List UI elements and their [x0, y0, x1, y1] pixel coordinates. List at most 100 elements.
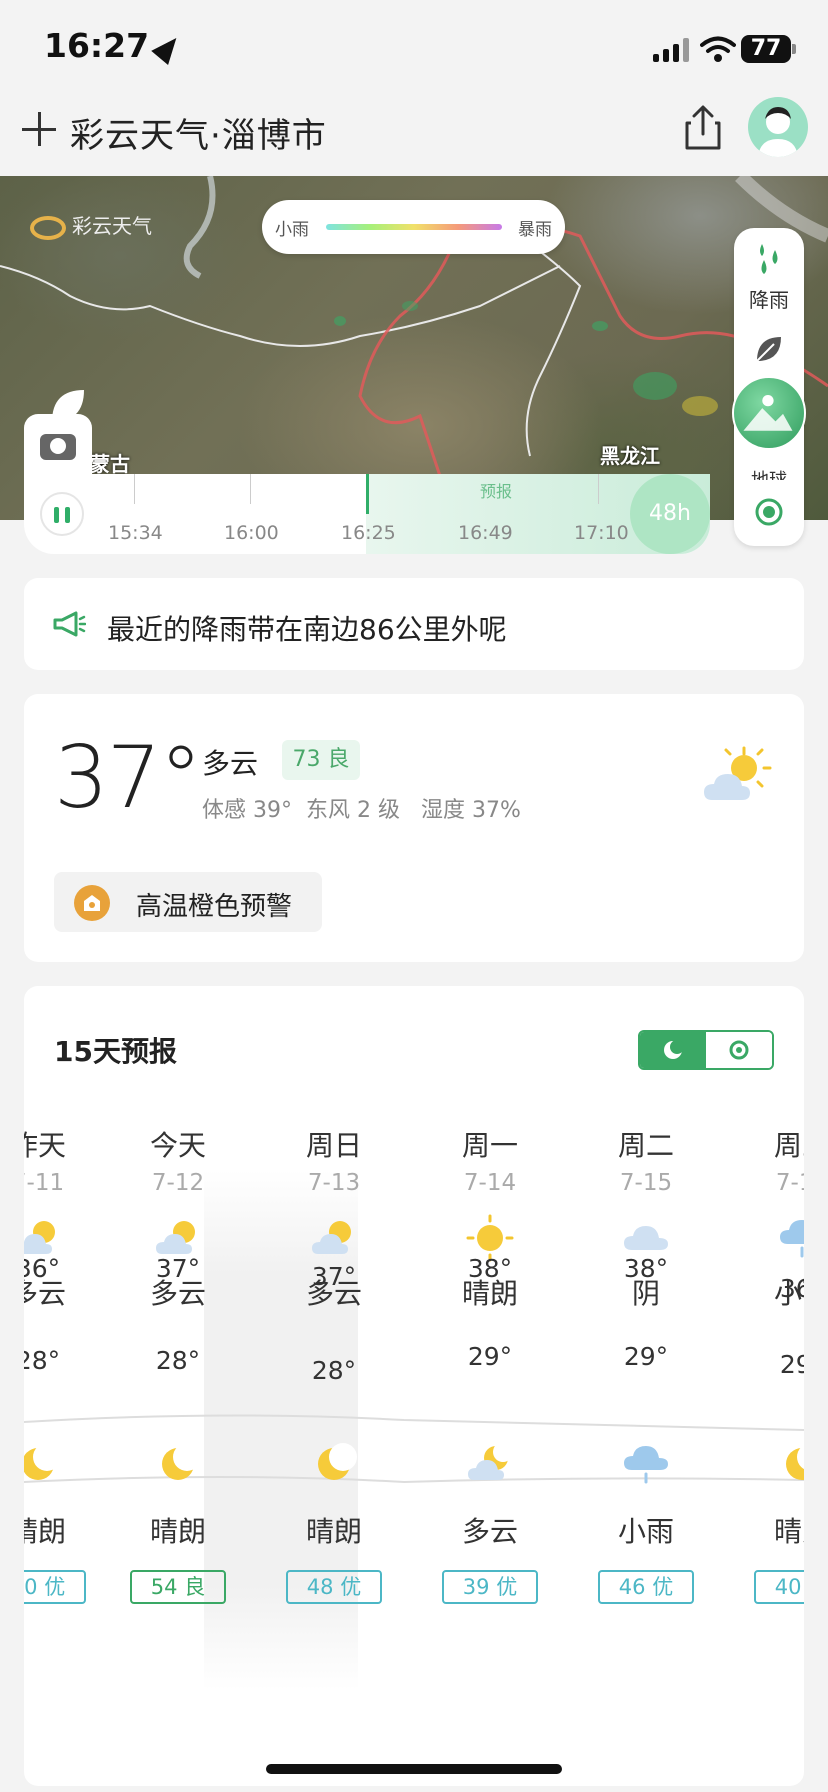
forecast-title: 15天预报 [54, 1035, 177, 1068]
view-toggle[interactable] [638, 1030, 774, 1070]
forecast-aqi-badge[interactable]: 40 优 [754, 1570, 804, 1604]
page-title: 彩云天气·淄博市 [70, 116, 327, 156]
mountain-icon [743, 394, 793, 431]
timeline-tick [250, 474, 251, 504]
alert-text: 高温橙色预警 [136, 892, 293, 922]
current-aqi-badge[interactable]: 73 良 [282, 740, 360, 780]
partly-cloudy-day-icon [256, 1214, 412, 1266]
timeline-tick [134, 474, 135, 504]
forecast-day-label: 今天 [149, 1129, 206, 1162]
forecast-high-temp: 37° [155, 1254, 201, 1283]
warning-icon [74, 885, 110, 921]
moon-icon [256, 1440, 412, 1492]
wifi-icon [700, 36, 736, 62]
forecast-night-condition: 小雨 [617, 1515, 674, 1548]
forecast-high-temp: 38° [467, 1254, 513, 1283]
raindrop-icon[interactable] [754, 242, 784, 278]
forecast-aqi-badge[interactable]: 50 优 [24, 1570, 86, 1604]
timeline-time: 16:25 [341, 522, 396, 544]
forecast-night-condition: 晴朗 [149, 1515, 206, 1548]
partly-cloudy-night-icon [412, 1440, 568, 1492]
legend-gradient [326, 224, 502, 230]
satellite-layer-button[interactable] [732, 376, 806, 450]
timeline-current-marker[interactable] [366, 474, 369, 514]
timeline-time: 17:10 [574, 522, 629, 544]
forecast-day-label: 周日 [305, 1129, 362, 1162]
forecast-day-column[interactable]: 周一 7-14 晴朗 38° 29° 多云 39 优 [412, 1124, 568, 1624]
add-location-button[interactable] [22, 112, 56, 146]
layer-partial-label[interactable]: 地球 [734, 466, 804, 480]
moon-icon [724, 1440, 804, 1492]
forecast-low-temp: 28° [311, 1356, 357, 1385]
partly-cloudy-day-icon [704, 746, 772, 800]
megaphone-icon [53, 611, 86, 637]
locate-icon[interactable] [755, 498, 783, 526]
wind: 东风 2 级 [306, 798, 400, 823]
forecast-day-column[interactable]: 周日 7-13 多云 37° 28° 晴朗 48 优 [256, 1124, 412, 1624]
range-48h-button[interactable]: 48h [630, 474, 710, 554]
forecast-aqi-badge[interactable]: 54 良 [130, 1570, 226, 1604]
timeline-tick [598, 474, 599, 504]
legend-low-label: 小雨 [275, 220, 309, 240]
status-time: 16:27 [44, 26, 185, 65]
forecast-day-column[interactable]: 周三7-16小雨36°29°晴朗40 优 [724, 1124, 804, 1624]
layer-rain-label[interactable]: 降雨 [734, 284, 804, 313]
timeline-time: 16:49 [458, 522, 513, 544]
heat-alert-chip[interactable]: 高温橙色预警 [54, 872, 322, 932]
forecast-low-temp: 29° [623, 1342, 669, 1371]
leaf-layer-icon[interactable] [754, 334, 784, 364]
radar-timeline[interactable]: 预报 15:34 16:00 16:25 16:49 17:10 [24, 474, 710, 554]
rain-icon [568, 1440, 724, 1492]
pause-button[interactable] [40, 492, 84, 536]
forecast-night-condition: 多云 [461, 1515, 518, 1548]
current-details: 体感 39° 东风 2 级 湿度 37% [202, 792, 521, 824]
forecast-night-condition: 晴朗 [773, 1515, 804, 1548]
forecast-aqi-badge[interactable]: 48 优 [286, 1570, 382, 1604]
day-view-toggle[interactable] [706, 1032, 772, 1068]
moon-sun-icon [664, 1040, 684, 1059]
forecast-night-condition: 晴朗 [305, 1515, 362, 1548]
forecast-low-temp: 29° [779, 1350, 804, 1379]
timeline-time: 16:00 [224, 522, 279, 544]
forecast-date: 7-13 [307, 1170, 361, 1196]
current-condition: 多云 [202, 747, 259, 780]
forecast-high-temp: 36° [779, 1274, 804, 1303]
avatar-face-icon [758, 107, 798, 157]
current-temperature: 37° [54, 728, 202, 828]
share-icon[interactable] [683, 104, 723, 150]
leaf-icon [52, 390, 84, 422]
legend-high-label: 暴雨 [518, 220, 552, 240]
avatar[interactable] [748, 97, 808, 157]
forecast-aqi-badge[interactable]: 39 优 [442, 1570, 538, 1604]
map-logo: 彩云天气 [30, 210, 152, 240]
forecast-date: 7-12 [151, 1170, 205, 1196]
timeline-time: 15:34 [108, 522, 163, 544]
map-label-mongolia: 蒙古 [90, 452, 130, 476]
moon-icon [100, 1440, 256, 1492]
forecast-day-column[interactable]: 今天 7-12 多云 37° 28° 晴朗 54 良 [100, 1124, 256, 1624]
battery-indicator: 77 [741, 35, 791, 63]
location-arrow-icon [151, 30, 185, 65]
humidity: 湿度 37% [420, 798, 521, 823]
forecast-high-temp: 37° [311, 1262, 357, 1291]
forecast-scroller[interactable]: 昨天7-11多云36°28°晴朗50 优今天7-12多云37°28°晴朗54 良… [24, 1110, 804, 1770]
rain-notice-text: 最近的降雨带在南边86公里外呢 [107, 613, 507, 646]
cellular-signal-icon [653, 38, 691, 62]
battery-tip [792, 44, 796, 54]
sun-icon [729, 1040, 749, 1060]
forecast-high-temp: 38° [623, 1254, 669, 1283]
forecast-date: 7-15 [619, 1170, 673, 1196]
forecast-day-label: 周二 [617, 1129, 674, 1162]
forecast-label: 预报 [480, 482, 513, 501]
forecast-low-temp: 28° [155, 1346, 201, 1375]
forecast-day-label: 周三 [773, 1129, 804, 1162]
forecast-aqi-badge[interactable]: 46 优 [598, 1570, 694, 1604]
forecast-day-label: 周一 [461, 1129, 518, 1162]
pause-icon [54, 507, 59, 523]
rain-intensity-legend: 小雨 暴雨 [262, 200, 565, 254]
feels-like: 体感 39° [202, 798, 292, 823]
forecast-day-column[interactable]: 周二 7-15 阴 38° 29° 小雨 46 优 [568, 1124, 724, 1624]
forecast-low-temp: 29° [467, 1342, 513, 1371]
caiyun-logo-icon [30, 215, 66, 240]
night-view-toggle[interactable] [640, 1032, 706, 1068]
